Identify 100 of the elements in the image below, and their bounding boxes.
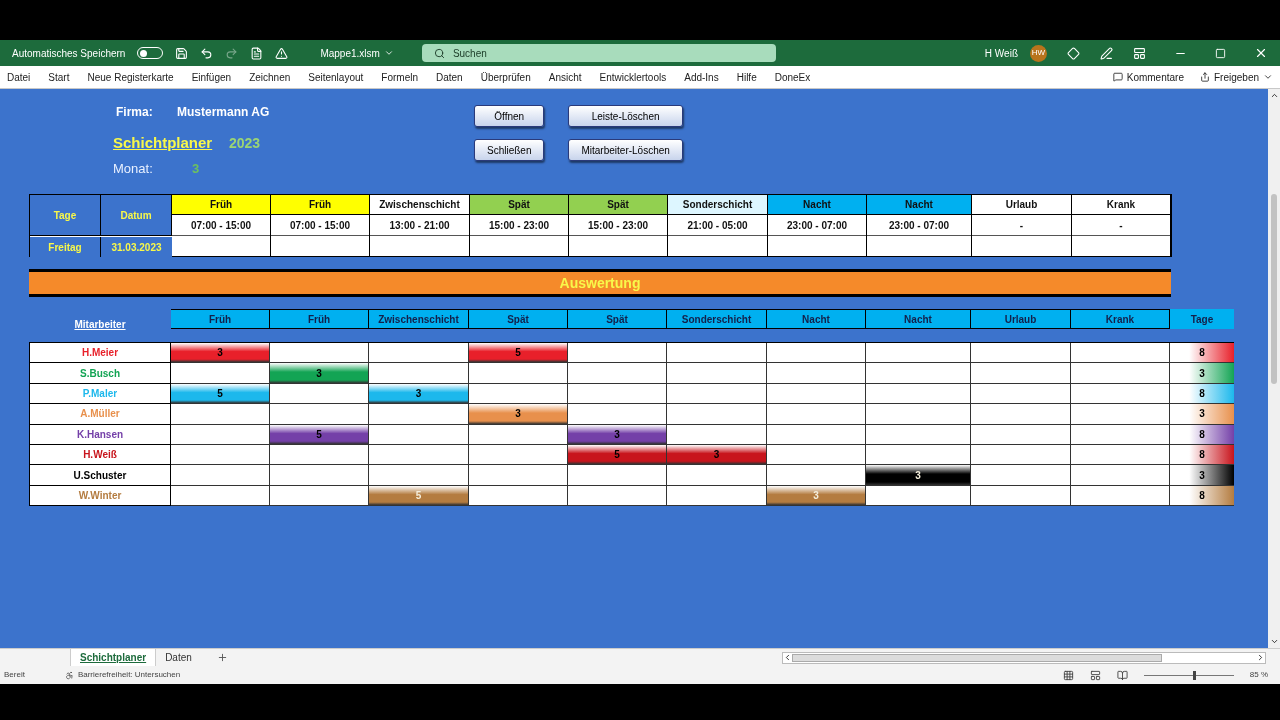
maximize-icon[interactable] [1215,47,1226,59]
horizontal-scrollbar[interactable] [782,651,1266,664]
ribbon-tab[interactable]: Start [48,69,70,85]
pen-icon[interactable] [1100,46,1113,60]
employee-name: H.Meier [81,346,119,361]
search-field[interactable]: Suchen [421,44,776,62]
year-value: 2023 [229,133,261,153]
total-days: 8 [1170,383,1234,405]
total-days: 8 [1170,444,1234,466]
ribbon-tab[interactable]: Add-Ins [684,69,719,85]
shift-header: Spät [470,195,568,215]
employee-name: S.Busch [80,366,120,381]
ribbon-tab[interactable]: Daten [436,69,463,85]
chevron-icon [383,48,394,58]
date-value: 31.03.2023 [101,237,172,257]
ribbon-tab[interactable]: Einfügen [191,69,232,85]
undo-icon[interactable] [200,46,214,60]
accessibility-status[interactable]: Barrierefreiheit: Untersuchen [64,669,181,681]
scroll-down-icon[interactable] [1269,637,1279,646]
search-placeholder: Suchen [452,46,487,61]
shift-count-bar: 5 [568,444,666,465]
shift-header: Spät [569,195,667,215]
scroll-thumb[interactable] [1271,193,1277,384]
shift-time: 23:00 - 07:00 [768,215,866,236]
summary-banner: Auswertung [29,269,1171,297]
total-header: Tage [1170,309,1234,329]
ribbon-tab[interactable]: Seitenlayout [308,69,364,85]
shift-time: 13:00 - 21:00 [370,215,469,236]
warning-icon[interactable] [275,46,289,60]
sheet-tab[interactable]: Daten [156,649,201,666]
ribbon-tab[interactable]: Zeichnen [249,69,291,85]
shift-time: - [1072,215,1170,236]
column-header: Sonderschicht [667,309,767,329]
document-icon[interactable] [250,46,264,60]
comments-button[interactable]: Kommentare [1112,69,1184,85]
shift-count-bar: 3 [171,343,269,363]
shift-count-bar: 5 [369,485,468,506]
employee-name: H.Weiß [83,448,117,463]
ribbon-tab[interactable]: Formeln [381,69,418,85]
shift-time: 21:00 - 05:00 [668,215,767,236]
shift-time: 07:00 - 15:00 [271,215,369,236]
macro-button[interactable]: Mitarbeiter-Löschen [568,139,683,161]
shift-header: Nacht [768,195,866,215]
total-days: 8 [1170,343,1234,364]
page-layout-icon[interactable] [1089,669,1101,681]
shift-count-bar: 5 [469,343,567,363]
scroll-up-icon[interactable] [1269,91,1279,100]
scroll-thumb[interactable] [792,653,1162,662]
shift-header: Früh [271,195,369,215]
ribbon-display-icon[interactable] [1133,46,1146,60]
comment-icon [1112,72,1123,82]
search-icon [433,47,445,59]
ribbon-tab[interactable]: Datei [7,69,31,85]
normal-view-icon[interactable] [1062,669,1074,681]
chevron-icon [1263,72,1273,82]
shift-time: 07:00 - 15:00 [172,215,270,236]
diamond-icon[interactable] [1067,46,1080,60]
close-icon[interactable] [1254,46,1268,60]
ready-status: Bereit [4,669,25,681]
macro-button[interactable]: Leiste-Löschen [568,105,683,127]
accessibility-icon [64,670,74,680]
employee-name: P.Maler [82,386,118,401]
day-value: Freitag [30,237,101,257]
shift-count-bar: 5 [171,383,269,404]
zoom-slider[interactable] [1143,670,1234,680]
ribbon-tab[interactable]: Hilfe [736,69,757,85]
user-name: H Weiß [984,46,1018,61]
macro-button[interactable]: Öffnen [474,105,545,127]
scroll-right-icon[interactable] [1256,653,1265,662]
shift-count-bar: 3 [866,465,970,485]
zoom-value[interactable]: 85 % [1249,669,1268,681]
scroll-left-icon[interactable] [783,653,792,662]
column-header: Früh [270,309,369,329]
save-icon[interactable] [175,46,189,60]
user-avatar[interactable]: HW [1030,44,1047,62]
column-header: Früh [171,309,270,329]
file-name[interactable]: Mappe1.xlsm [320,45,394,61]
employee-name: K.Hansen [76,427,124,442]
shift-time: - [972,215,1071,236]
add-sheet-icon[interactable] [216,652,228,663]
column-header: Krank [1071,309,1170,329]
sheet-tab[interactable]: Schichtplaner [70,649,157,666]
column-header: Urlaub [971,309,1071,329]
month-value: 3 [192,160,200,178]
total-days: 3 [1170,404,1234,425]
day-header: Tage [30,195,101,236]
macro-button[interactable]: Schließen [474,139,545,161]
ribbon-tab[interactable]: Ansicht [548,69,582,85]
column-header: Nacht [866,309,971,329]
ribbon-tab[interactable]: Neue Registerkarte [87,69,174,85]
ribbon-tab[interactable]: Überprüfen [480,69,531,85]
page-break-icon[interactable] [1116,669,1128,681]
ribbon-tab[interactable]: Entwicklertools [599,69,667,85]
shift-time: 23:00 - 07:00 [867,215,971,236]
column-header: Zwischenschicht [369,309,469,329]
shift-count-bar: 3 [767,485,865,506]
shift-count-bar: 3 [469,404,567,424]
vertical-scrollbar[interactable] [1268,89,1280,648]
ribbon-tab[interactable]: DoneEx [774,69,811,85]
share-button[interactable]: Freigeben [1199,69,1273,85]
